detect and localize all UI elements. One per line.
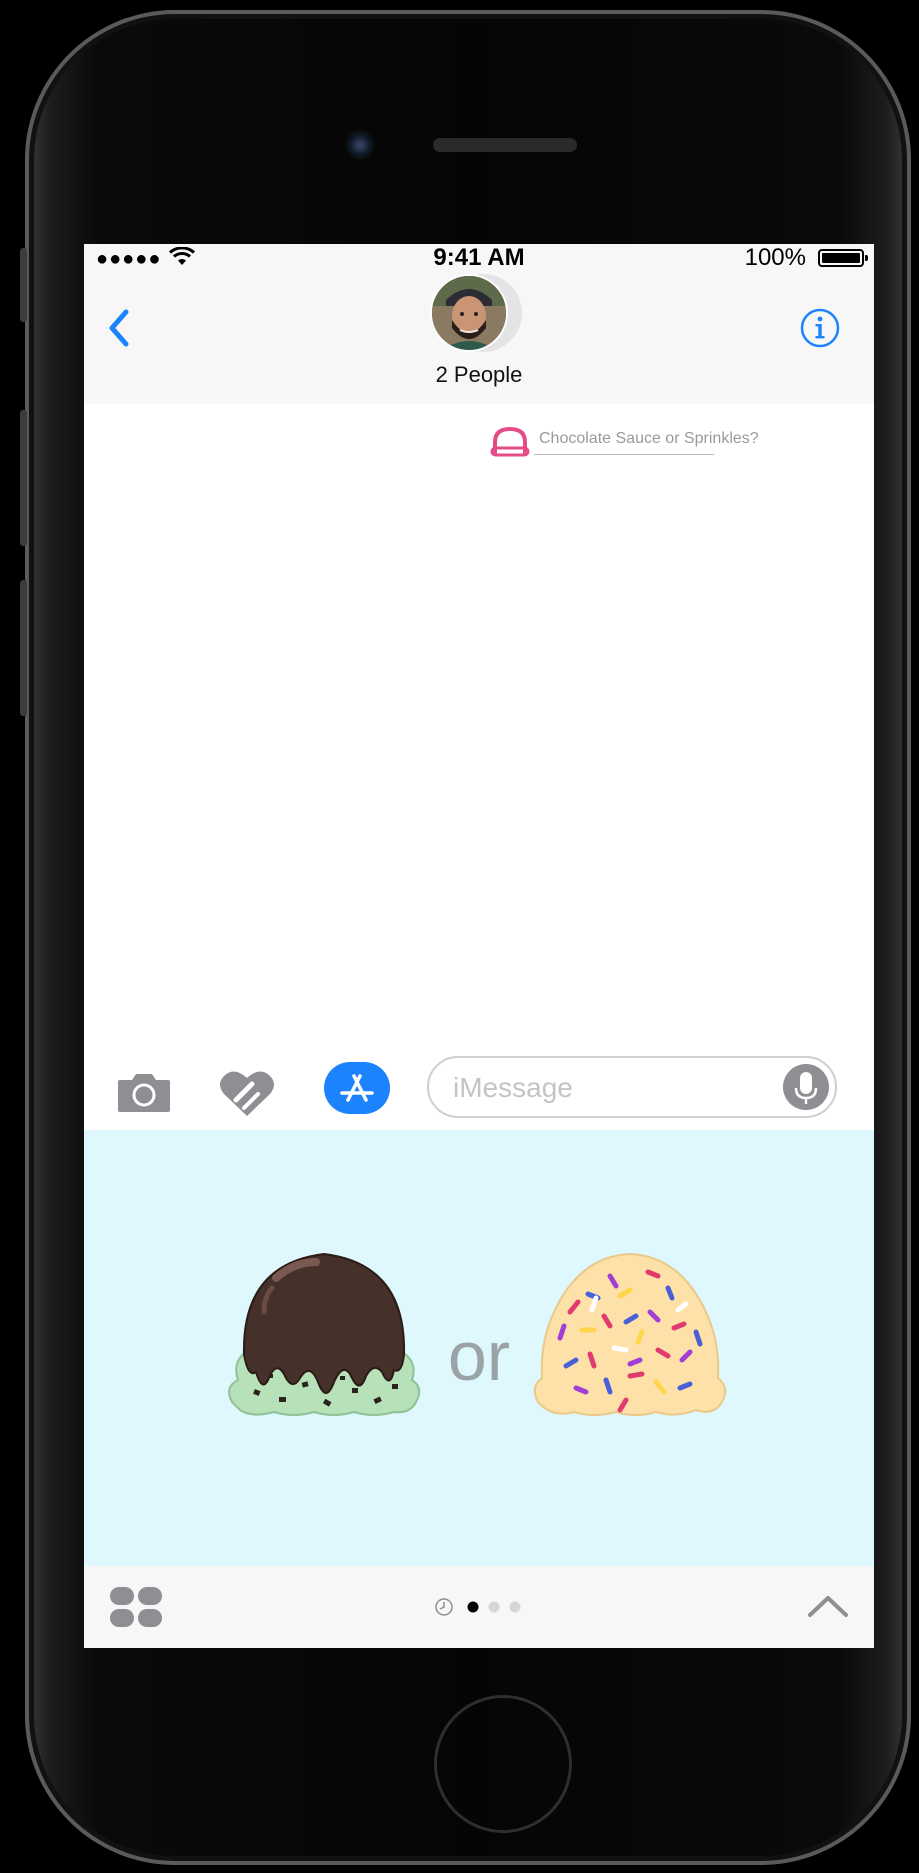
screen: ●●●●● 9:41 AM 100% 2 People Chocolate Sa… [84, 244, 874, 1648]
app-drawer-bar [84, 1566, 874, 1648]
camera-icon[interactable] [116, 1070, 172, 1114]
status-bar: ●●●●● 9:41 AM 100% [84, 244, 874, 271]
conversation-area: Chocolate Sauce or Sprinkles? [84, 404, 874, 1054]
digital-touch-heart-icon[interactable] [218, 1068, 276, 1118]
avatar [430, 274, 508, 352]
page-dot [488, 1601, 500, 1613]
back-chevron-icon[interactable] [104, 308, 134, 348]
imessage-input[interactable]: iMessage [427, 1056, 837, 1118]
mute-switch [20, 248, 27, 322]
volume-up-button [20, 410, 27, 546]
app-drawer-grid-icon[interactable] [110, 1587, 162, 1627]
navigation-bar: 2 People [84, 270, 874, 404]
sprinkles-option[interactable] [530, 1242, 730, 1422]
volume-down-button [20, 580, 27, 716]
battery-icon [818, 249, 868, 267]
battery-percent: 100% [744, 244, 806, 271]
message-underline [534, 454, 714, 455]
page-indicator[interactable] [434, 1597, 524, 1617]
person-photo-icon [432, 276, 506, 350]
ice-cream-app-icon[interactable] [489, 426, 531, 458]
message-composer: iMessage [84, 1054, 874, 1130]
message-preview[interactable]: Chocolate Sauce or Sprinkles? [539, 430, 759, 448]
earpiece-speaker [433, 138, 577, 152]
imessage-placeholder: iMessage [453, 1072, 573, 1103]
microphone-button[interactable] [783, 1064, 829, 1110]
info-icon[interactable] [800, 308, 840, 348]
app-store-icon[interactable] [324, 1062, 390, 1114]
chevron-up-icon[interactable] [808, 1594, 848, 1618]
page-dot-active [467, 1601, 479, 1613]
imessage-app-panel: or [84, 1130, 874, 1566]
home-button[interactable] [434, 1695, 572, 1833]
group-avatars[interactable] [430, 274, 522, 354]
recents-clock-icon [435, 1598, 453, 1616]
or-separator: or [447, 1317, 511, 1395]
conversation-title[interactable]: 2 People [84, 362, 874, 388]
front-camera [345, 130, 375, 160]
page-dot [509, 1601, 521, 1613]
microphone-icon [794, 1072, 818, 1104]
